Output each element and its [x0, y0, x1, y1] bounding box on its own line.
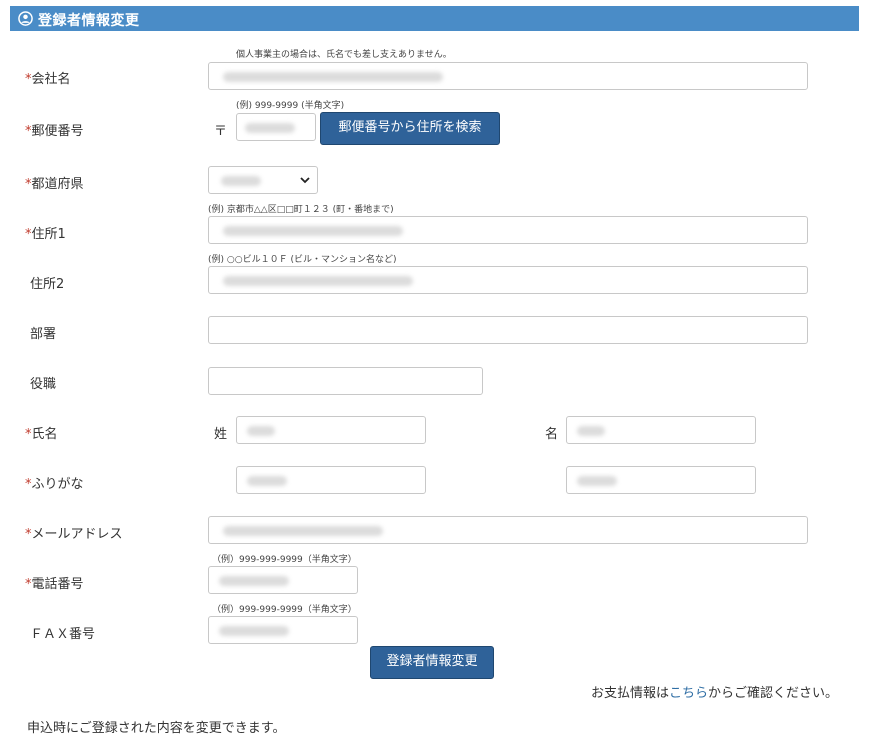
payment-info-link[interactable]: こちら — [669, 686, 708, 701]
masked-value — [223, 526, 383, 536]
masked-value — [577, 476, 617, 486]
masked-value — [223, 276, 413, 286]
email-label: *メールアドレス — [25, 523, 123, 542]
department-label: 部署 — [30, 327, 57, 342]
payment-info-text: お支払情報はこちらからご確認ください。 — [591, 682, 838, 701]
furigana-label-text: ふりがな — [31, 477, 84, 492]
masked-value — [577, 426, 605, 436]
prefecture-select[interactable] — [208, 166, 318, 194]
last-name-furigana-input[interactable] — [236, 466, 426, 494]
name-label-text: 氏名 — [31, 427, 58, 442]
email-label-text: メールアドレス — [31, 527, 123, 542]
prefecture-label-text: 都道府県 — [31, 177, 84, 192]
payment-prefix: お支払情報は — [591, 686, 670, 701]
last-name-input[interactable] — [236, 416, 426, 444]
masked-value — [245, 123, 295, 133]
last-name-label: 姓 — [214, 427, 228, 442]
chevron-down-icon — [300, 177, 310, 184]
furigana-label: *ふりがな — [25, 473, 84, 492]
address1-hint: (例) 京都市△△区□□町１２３ (町・番地まで) — [208, 205, 394, 215]
address2-hint: (例) ○○ビル１０Ｆ (ビル・マンション名など) — [208, 255, 397, 265]
masked-value — [219, 576, 289, 586]
company-label-text: 会社名 — [31, 72, 71, 87]
address1-input[interactable] — [208, 216, 808, 244]
name-label: *氏名 — [25, 423, 58, 442]
position-label: 役職 — [30, 377, 57, 392]
masked-value — [223, 72, 443, 82]
company-input[interactable] — [208, 62, 808, 90]
fax-hint: （例）999-999-9999（半角文字） — [212, 605, 357, 615]
first-name-label: 名 — [545, 427, 559, 442]
fax-label: ＦＡＸ番号 — [30, 627, 96, 642]
address2-label: 住所2 — [30, 277, 65, 292]
submit-button[interactable]: 登録者情報変更 — [370, 646, 494, 679]
company-label: *会社名 — [25, 68, 71, 87]
postal-prefix: 〒 — [214, 124, 228, 139]
postal-search-button[interactable]: 郵便番号から住所を検索 — [320, 112, 500, 145]
section-title: 登録者情報変更 — [38, 13, 140, 29]
phone-hint: （例）999-999-9999（半角文字） — [212, 555, 357, 565]
masked-value — [247, 476, 287, 486]
section-header: 登録者情報変更 — [10, 6, 859, 31]
user-circle-icon — [18, 11, 33, 26]
masked-value — [223, 226, 403, 236]
address2-input[interactable] — [208, 266, 808, 294]
masked-value — [219, 626, 289, 636]
department-input[interactable] — [208, 316, 808, 344]
postal-hint: (例) 999-9999 (半角文字) — [236, 101, 345, 111]
first-name-input[interactable] — [566, 416, 756, 444]
position-input[interactable] — [208, 367, 483, 395]
phone-label-text: 電話番号 — [31, 577, 84, 592]
prefecture-label: *都道府県 — [25, 173, 84, 192]
address1-label-text: 住所1 — [31, 227, 66, 242]
payment-suffix: からご確認ください。 — [708, 686, 839, 701]
phone-input[interactable] — [208, 566, 358, 594]
postal-input[interactable] — [236, 113, 316, 141]
address1-label: *住所1 — [25, 223, 66, 242]
masked-value — [247, 426, 275, 436]
postal-label: *郵便番号 — [25, 120, 84, 139]
company-hint: 個人事業主の場合は、氏名でも差し支えありません。 — [236, 50, 452, 60]
fax-input[interactable] — [208, 616, 358, 644]
page-note: 申込時にご登録された内容を変更できます。 — [27, 721, 286, 736]
email-input[interactable] — [208, 516, 808, 544]
masked-value — [221, 176, 261, 186]
first-name-furigana-input[interactable] — [566, 466, 756, 494]
phone-label: *電話番号 — [25, 573, 84, 592]
postal-label-text: 郵便番号 — [31, 124, 84, 139]
